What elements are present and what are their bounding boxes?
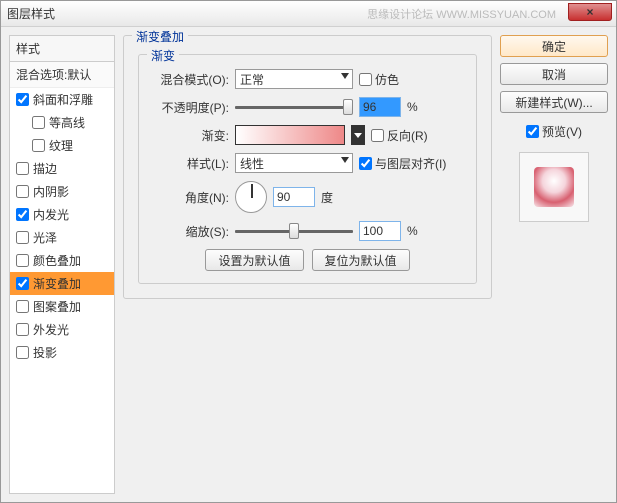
style-item-label: 外发光: [33, 321, 69, 338]
styles-list-panel: 样式 混合选项:默认 斜面和浮雕等高线纹理描边内阴影内发光光泽颜色叠加渐变叠加图…: [9, 35, 115, 494]
style-item-checkbox[interactable]: [16, 162, 29, 175]
chevron-down-icon: [341, 73, 349, 79]
style-item-checkbox[interactable]: [32, 139, 45, 152]
style-item-checkbox[interactable]: [16, 346, 29, 359]
style-select[interactable]: 线性: [235, 153, 353, 173]
style-item-checkbox[interactable]: [16, 300, 29, 313]
style-item-label: 投影: [33, 344, 57, 361]
opacity-label: 不透明度(P):: [151, 99, 229, 116]
dither-checkbox[interactable]: 仿色: [359, 71, 399, 88]
set-default-button[interactable]: 设置为默认值: [205, 249, 303, 271]
angle-label: 角度(N):: [151, 189, 229, 206]
style-item[interactable]: 图案叠加: [10, 295, 114, 318]
angle-dial[interactable]: [235, 181, 267, 213]
style-item[interactable]: 等高线: [10, 111, 114, 134]
titlebar: 图层样式 思缘设计论坛 WWW.MISSYUAN.COM ×: [1, 1, 616, 27]
gradient-overlay-group: 渐变叠加 渐变 混合模式(O): 正常 仿色 不透明度(P): 96: [123, 35, 492, 299]
close-icon: ×: [586, 5, 593, 19]
styles-header[interactable]: 样式: [10, 36, 114, 62]
align-checkbox[interactable]: 与图层对齐(I): [359, 155, 446, 172]
close-button[interactable]: ×: [568, 3, 612, 21]
preview-box: [519, 152, 589, 222]
style-item-label: 光泽: [33, 229, 57, 246]
blend-mode-select[interactable]: 正常: [235, 69, 353, 89]
style-item-label: 渐变叠加: [33, 275, 81, 292]
style-item[interactable]: 渐变叠加: [10, 272, 114, 295]
style-item-checkbox[interactable]: [16, 231, 29, 244]
gradient-dropdown-button[interactable]: [351, 125, 365, 145]
reverse-checkbox[interactable]: 反向(R): [371, 127, 428, 144]
style-label: 样式(L):: [151, 155, 229, 172]
inner-legend: 渐变: [147, 47, 179, 64]
opacity-slider[interactable]: [235, 98, 353, 116]
layer-style-dialog: 图层样式 思缘设计论坛 WWW.MISSYUAN.COM × 样式 混合选项:默…: [0, 0, 617, 503]
style-item-checkbox[interactable]: [16, 208, 29, 221]
scale-input[interactable]: 100: [359, 221, 401, 241]
style-item-label: 内发光: [33, 206, 69, 223]
style-item[interactable]: 颜色叠加: [10, 249, 114, 272]
group-legend: 渐变叠加: [132, 28, 188, 45]
style-item[interactable]: 斜面和浮雕: [10, 88, 114, 111]
style-item-checkbox[interactable]: [16, 185, 29, 198]
style-item-checkbox[interactable]: [16, 254, 29, 267]
gradient-inner-group: 渐变 混合模式(O): 正常 仿色 不透明度(P): 96 %: [138, 54, 477, 284]
style-item[interactable]: 内发光: [10, 203, 114, 226]
style-item-label: 图案叠加: [33, 298, 81, 315]
chevron-down-icon: [341, 157, 349, 163]
preview-checkbox[interactable]: 预览(V): [500, 123, 608, 140]
style-item-label: 纹理: [49, 137, 73, 154]
blending-options-item[interactable]: 混合选项:默认: [10, 62, 114, 88]
opacity-input[interactable]: 96: [359, 97, 401, 117]
blend-mode-label: 混合模式(O):: [151, 71, 229, 88]
scale-label: 缩放(S):: [151, 223, 229, 240]
style-item-checkbox[interactable]: [16, 323, 29, 336]
style-item-label: 内阴影: [33, 183, 69, 200]
preview-swatch: [534, 167, 574, 207]
style-item[interactable]: 投影: [10, 341, 114, 364]
style-item[interactable]: 纹理: [10, 134, 114, 157]
scale-slider[interactable]: [235, 222, 353, 240]
gradient-preview[interactable]: [235, 125, 345, 145]
style-item[interactable]: 光泽: [10, 226, 114, 249]
reset-default-button[interactable]: 复位为默认值: [312, 249, 410, 271]
gradient-label: 渐变:: [151, 127, 229, 144]
angle-input[interactable]: 90: [273, 187, 315, 207]
style-item-label: 等高线: [49, 114, 85, 131]
style-item-label: 描边: [33, 160, 57, 177]
new-style-button[interactable]: 新建样式(W)...: [500, 91, 608, 113]
right-panel: 确定 取消 新建样式(W)... 预览(V): [500, 35, 608, 494]
style-item-label: 斜面和浮雕: [33, 91, 93, 108]
style-item[interactable]: 描边: [10, 157, 114, 180]
watermark: 思缘设计论坛 WWW.MISSYUAN.COM: [367, 6, 556, 22]
style-item[interactable]: 外发光: [10, 318, 114, 341]
center-panel: 渐变叠加 渐变 混合模式(O): 正常 仿色 不透明度(P): 96: [123, 35, 492, 494]
style-item-checkbox[interactable]: [32, 116, 45, 129]
ok-button[interactable]: 确定: [500, 35, 608, 57]
style-item-label: 颜色叠加: [33, 252, 81, 269]
style-item-checkbox[interactable]: [16, 93, 29, 106]
style-item[interactable]: 内阴影: [10, 180, 114, 203]
dialog-title: 图层样式: [7, 5, 55, 22]
style-item-checkbox[interactable]: [16, 277, 29, 290]
cancel-button[interactable]: 取消: [500, 63, 608, 85]
